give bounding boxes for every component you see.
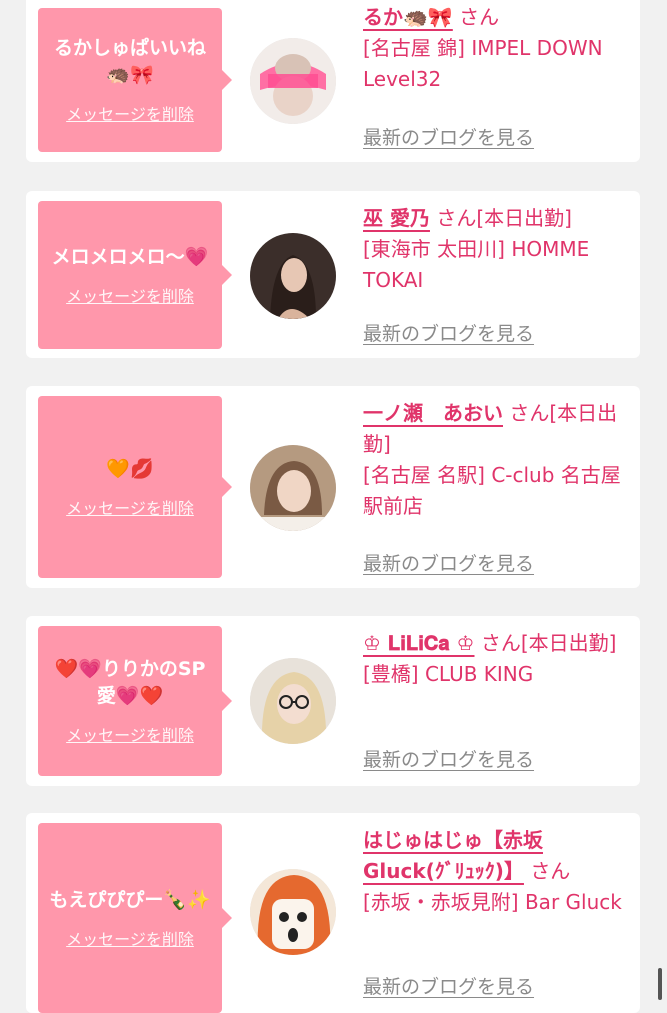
message-card: 🧡💋 メッセージを削除 一ノ瀬 あおい さん[本日出勤] [名古屋 名駅] C-… [26,386,640,588]
delete-message-link[interactable]: メッセージを削除 [66,722,194,746]
entry-info: 巫 愛乃 さん[本日出勤] [東海市 太田川] HOMME TOKAI [363,203,625,296]
entry-info: るか🦔🎀 さん [名古屋 錦] IMPEL DOWN Level32 [363,2,625,95]
cast-suffix: さん [459,5,500,29]
latest-blog-link[interactable]: 最新のブログを見る [363,319,534,346]
delete-message-link[interactable]: メッセージを削除 [66,926,194,950]
message-card: もえぴぴぴー🍾✨ メッセージを削除 はじゅはじゅ【赤坂Gluck(ｸﾞﾘｭｯｸ)… [26,813,640,1013]
message-bubble: ❤️💗りりかのSP愛💗❤️ メッセージを削除 [38,626,232,776]
shop-info: [豊橋] CLUB KING [363,662,534,686]
cast-suffix: さん[本日出勤] [436,206,572,230]
cast-name-link[interactable]: ♔ 𝐋𝐢𝐋𝐢𝐂𝐚 ♔ [363,631,475,655]
cast-suffix: さん [530,859,571,883]
cast-name-link[interactable]: るか🦔🎀 [363,5,453,29]
latest-blog-link[interactable]: 最新のブログを見る [363,745,534,772]
message-text: るかしゅぱいいね🦔🎀 [53,37,206,86]
shop-info: [名古屋 錦] IMPEL DOWN Level32 [363,36,603,91]
entry-info: はじゅはじゅ【赤坂Gluck(ｸﾞﾘｭｯｸ)】 さん [赤坂・赤坂見附] Bar… [363,825,625,918]
message-text: ❤️💗りりかのSP愛💗❤️ [54,658,206,707]
delete-message-link[interactable]: メッセージを削除 [66,283,194,307]
message-card: メロメロメロ〜💗 メッセージを削除 巫 愛乃 さん[本日出勤] [東海市 太田川… [26,191,640,358]
entry-info: ♔ 𝐋𝐢𝐋𝐢𝐂𝐚 ♔ さん[本日出勤] [豊橋] CLUB KING [363,628,625,690]
delete-message-link[interactable]: メッセージを削除 [66,101,194,125]
cast-name-link[interactable]: はじゅはじゅ【赤坂Gluck(ｸﾞﾘｭｯｸ)】 [363,828,543,883]
delete-message-link[interactable]: メッセージを削除 [66,495,194,519]
avatar[interactable] [250,38,336,124]
cast-suffix: さん[本日出勤] [480,631,617,655]
shop-info: [名古屋 名駅] C-club 名古屋駅前店 [363,463,621,518]
latest-blog-link[interactable]: 最新のブログを見る [363,123,534,150]
message-text: もえぴぴぴー🍾✨ [49,888,211,911]
cast-name-link[interactable]: 巫 愛乃 [363,206,430,230]
avatar[interactable] [250,233,336,319]
avatar[interactable] [250,445,336,531]
message-card: るかしゅぱいいね🦔🎀 メッセージを削除 るか🦔🎀 さん [名古屋 錦] IMPE… [26,0,640,162]
latest-blog-link[interactable]: 最新のブログを見る [363,972,534,999]
scrollbar[interactable] [658,968,662,1000]
message-text: メロメロメロ〜💗 [51,245,209,268]
shop-info: [赤坂・赤坂見附] Bar Gluck [363,890,622,914]
entry-info: 一ノ瀬 あおい さん[本日出勤] [名古屋 名駅] C-club 名古屋駅前店 [363,398,625,522]
message-card: ❤️💗りりかのSP愛💗❤️ メッセージを削除 ♔ 𝐋𝐢𝐋𝐢𝐂𝐚 ♔ さん[本日出… [26,616,640,786]
shop-info: [東海市 太田川] HOMME TOKAI [363,237,590,292]
message-text: 🧡💋 [106,457,154,480]
avatar[interactable] [250,658,336,744]
message-bubble: るかしゅぱいいね🦔🎀 メッセージを削除 [38,8,232,152]
message-bubble: もえぴぴぴー🍾✨ メッセージを削除 [38,823,232,1013]
cast-name-link[interactable]: 一ノ瀬 あおい [363,401,503,425]
avatar[interactable] [250,869,336,955]
message-bubble: メロメロメロ〜💗 メッセージを削除 [38,201,232,349]
latest-blog-link[interactable]: 最新のブログを見る [363,549,534,576]
message-bubble: 🧡💋 メッセージを削除 [38,396,232,578]
